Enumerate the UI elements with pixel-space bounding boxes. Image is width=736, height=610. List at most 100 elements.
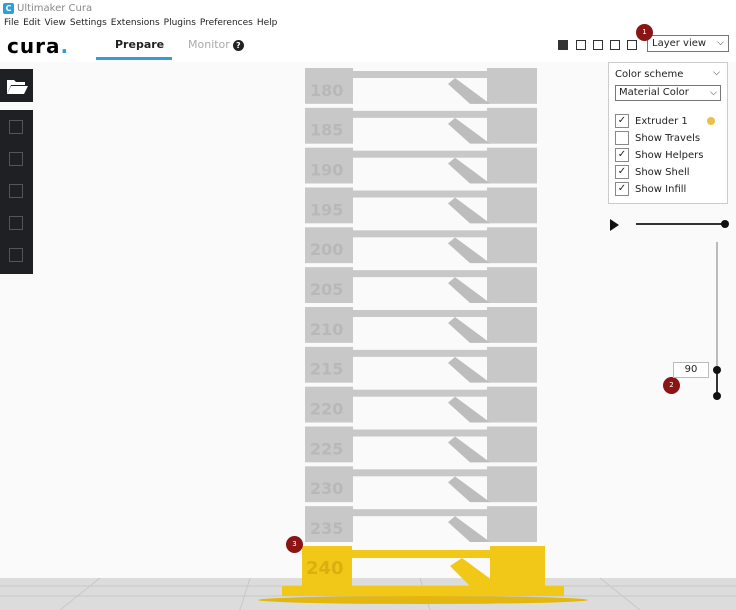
chevron-down-icon[interactable]: ⌵ <box>713 68 720 78</box>
tower-right-pillar <box>487 506 537 542</box>
view-mode-select[interactable]: Layer view ⌵ <box>647 35 729 52</box>
tower-bridge <box>353 429 487 437</box>
menu-help[interactable]: Help <box>257 18 278 28</box>
extruder-1-row[interactable]: ✓ Extruder 1 <box>615 113 721 129</box>
window-titlebar: C Ultimaker Cura <box>0 0 736 16</box>
layer-slider-top-handle[interactable] <box>713 366 721 374</box>
tower-temperature-label: 230 <box>310 479 343 498</box>
tower-temperature-label: 180 <box>310 81 343 100</box>
view-3d-icon[interactable] <box>558 40 568 50</box>
chevron-down-icon: ⌵ <box>710 88 717 98</box>
extruder-1-checkbox[interactable]: ✓ <box>615 114 629 128</box>
menu-bar: File Edit View Settings Extensions Plugi… <box>0 16 736 30</box>
color-scheme-panel: Color scheme ⌵ Material Color ⌵ ✓ Extrud… <box>608 62 728 204</box>
tower-right-pillar <box>487 68 537 104</box>
cura-app-icon: C <box>3 2 14 14</box>
layer-slider-bottom-handle[interactable] <box>713 392 721 400</box>
view-right-icon[interactable] <box>627 40 637 50</box>
show-shell-label: Show Shell <box>635 166 690 178</box>
chevron-down-icon: ⌵ <box>717 38 724 48</box>
tower-label-bottom: 240 <box>306 558 344 579</box>
per-model-settings-icon[interactable] <box>9 248 23 262</box>
view-mode-value: Layer view <box>652 38 707 49</box>
tower-bridge <box>353 270 487 278</box>
show-infill-row[interactable]: ✓ Show Infill <box>615 181 686 197</box>
tower-temperature-label: 215 <box>310 360 343 379</box>
open-file-button[interactable] <box>0 69 33 102</box>
annotation-badge-3: 3 <box>286 536 303 553</box>
tower-bridge <box>353 310 487 317</box>
show-travels-label: Show Travels <box>635 132 701 144</box>
menu-extensions[interactable]: Extensions <box>111 18 160 28</box>
path-slider-handle[interactable] <box>721 220 729 228</box>
window-title: Ultimaker Cura <box>17 2 93 14</box>
tower-bridge <box>353 230 487 238</box>
rotate-tool-icon[interactable] <box>9 184 23 198</box>
tower-bridge <box>353 110 487 118</box>
tower-right-pillar <box>487 466 537 503</box>
cura-logo: cura. <box>7 34 70 58</box>
path-slider-track[interactable] <box>636 223 726 225</box>
show-infill-checkbox[interactable]: ✓ <box>615 182 629 196</box>
tower-right-pillar <box>487 147 537 184</box>
tower-right-pillar <box>487 227 537 264</box>
scale-tool-icon[interactable] <box>9 152 23 166</box>
move-tool-icon[interactable] <box>9 120 23 134</box>
show-helpers-checkbox[interactable]: ✓ <box>615 148 629 162</box>
tower-right-pillar <box>487 386 537 423</box>
show-infill-label: Show Infill <box>635 183 687 195</box>
view-left-icon[interactable] <box>610 40 620 50</box>
color-scheme-select[interactable]: Material Color ⌵ <box>615 85 721 101</box>
color-scheme-label: Color scheme <box>615 69 684 80</box>
tab-monitor-label: Monitor <box>188 38 230 51</box>
tower-bridge <box>353 389 487 397</box>
menu-settings[interactable]: Settings <box>70 18 107 28</box>
annotation-badge-1: 1 <box>636 24 653 41</box>
tower-bridge <box>353 190 487 198</box>
show-travels-checkbox[interactable] <box>615 131 629 145</box>
tower-bridge <box>353 349 487 357</box>
tower-right-pillar <box>487 307 537 343</box>
app-header: cura. Prepare Monitor? Layer view ⌵ <box>0 30 736 62</box>
menu-file[interactable]: File <box>4 18 19 28</box>
extruder-1-label: Extruder 1 <box>635 115 688 127</box>
tower-bridge <box>353 150 487 158</box>
tower-bridge <box>353 469 487 477</box>
tower-temperature-label: 220 <box>310 400 343 419</box>
tower-temperature-label: 185 <box>310 121 343 140</box>
extruder-color-swatch <box>707 117 715 125</box>
color-scheme-value: Material Color <box>619 87 689 98</box>
view-top-icon[interactable] <box>593 40 603 50</box>
show-travels-row[interactable]: Show Travels <box>615 130 700 146</box>
tower-right-pillar <box>487 187 537 224</box>
view-front-icon[interactable] <box>576 40 586 50</box>
tower-right-pillar <box>487 267 537 303</box>
tower-temperature-label: 200 <box>310 240 343 259</box>
play-icon[interactable] <box>610 219 619 231</box>
help-icon[interactable]: ? <box>232 40 244 51</box>
tab-prepare[interactable]: Prepare <box>115 38 164 51</box>
tower-temperature-label: 235 <box>310 519 343 538</box>
menu-view[interactable]: View <box>45 18 66 28</box>
show-shell-row[interactable]: ✓ Show Shell <box>615 164 690 180</box>
tower-temperature-label: 205 <box>310 280 343 299</box>
menu-plugins[interactable]: Plugins <box>164 18 196 28</box>
show-shell-checkbox[interactable]: ✓ <box>615 165 629 179</box>
tab-monitor[interactable]: Monitor? <box>188 38 244 51</box>
tower-bridge <box>353 71 487 78</box>
tower-temperature-label: 225 <box>310 439 343 458</box>
mirror-tool-icon[interactable] <box>9 216 23 230</box>
tower-right-pillar <box>487 346 537 383</box>
show-helpers-row[interactable]: ✓ Show Helpers <box>615 147 703 163</box>
current-layer-field[interactable]: 90 <box>673 362 709 378</box>
tower-bridge <box>353 509 487 517</box>
menu-edit[interactable]: Edit <box>23 18 40 28</box>
menu-preferences[interactable]: Preferences <box>200 18 253 28</box>
folder-open-icon <box>7 80 28 94</box>
tab-prepare-underline <box>96 57 172 60</box>
tower-right-pillar <box>487 107 537 144</box>
tower-temperature-label: 210 <box>310 320 343 339</box>
tower-temperature-label: 195 <box>310 200 343 219</box>
tower-temperature-label: 190 <box>310 161 343 180</box>
tool-panel <box>0 110 33 274</box>
